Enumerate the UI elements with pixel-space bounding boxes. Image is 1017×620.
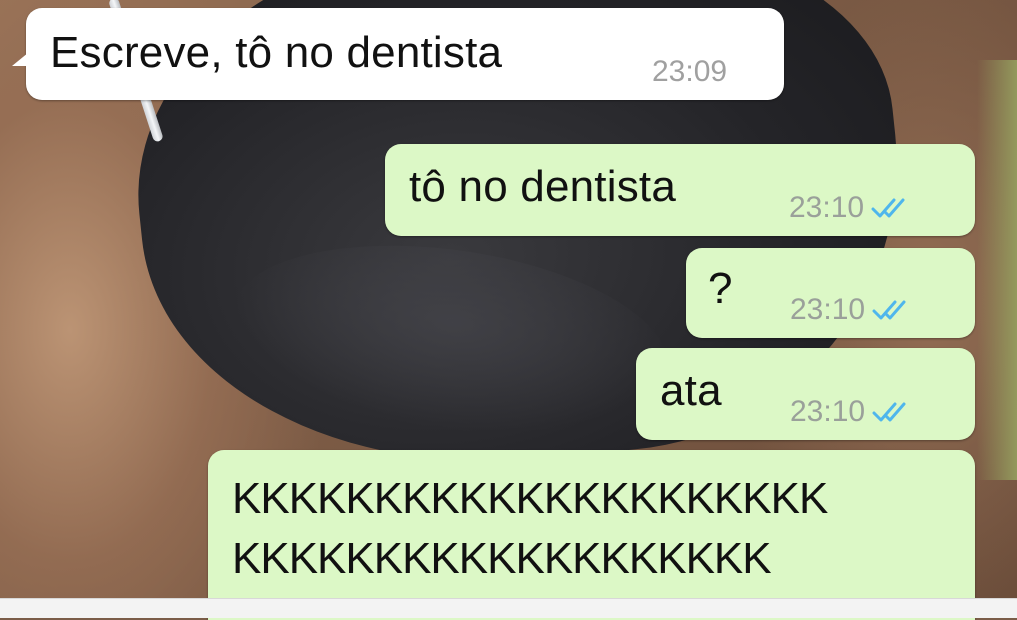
message-time: 23:09 (652, 55, 728, 88)
message-time: 23:10 (790, 293, 866, 326)
message-meta: 23:10 (789, 190, 910, 226)
message-text: tô no dentista (409, 162, 676, 211)
bubble-tail (12, 48, 34, 66)
message-bubble-outgoing[interactable]: KKKKKKKKKKKKKKKKKKKKK KKKKKKKKKKKKKKKKKK… (208, 450, 975, 620)
wallpaper-edge (977, 60, 1017, 480)
double-check-read-icon (872, 402, 906, 422)
message-meta: 23:09 (652, 54, 727, 90)
message-bubble-outgoing[interactable]: ata 23:10 (636, 348, 975, 440)
message-text: ata (660, 366, 722, 415)
double-check-read-icon (872, 300, 906, 320)
message-time: 23:10 (789, 191, 865, 224)
message-text: ? (708, 264, 733, 313)
message-meta: 23:10 (790, 292, 911, 328)
message-bubble-outgoing[interactable]: ? 23:10 (686, 248, 975, 338)
message-meta: 23:10 (790, 394, 911, 430)
message-time: 23:10 (790, 395, 866, 428)
message-text-line: KKKKKKKKKKKKKKKKKKKKK (232, 474, 828, 523)
bottom-bar (0, 598, 1017, 618)
message-bubble-incoming[interactable]: Escreve, tô no dentista 23:09 (12, 8, 784, 100)
message-text-line: KKKKKKKKKKKKKKKKKKK (232, 534, 772, 583)
message-bubble-outgoing[interactable]: tô no dentista 23:10 (385, 144, 975, 236)
message-text: Escreve, tô no dentista (50, 28, 503, 77)
double-check-read-icon (871, 198, 905, 218)
